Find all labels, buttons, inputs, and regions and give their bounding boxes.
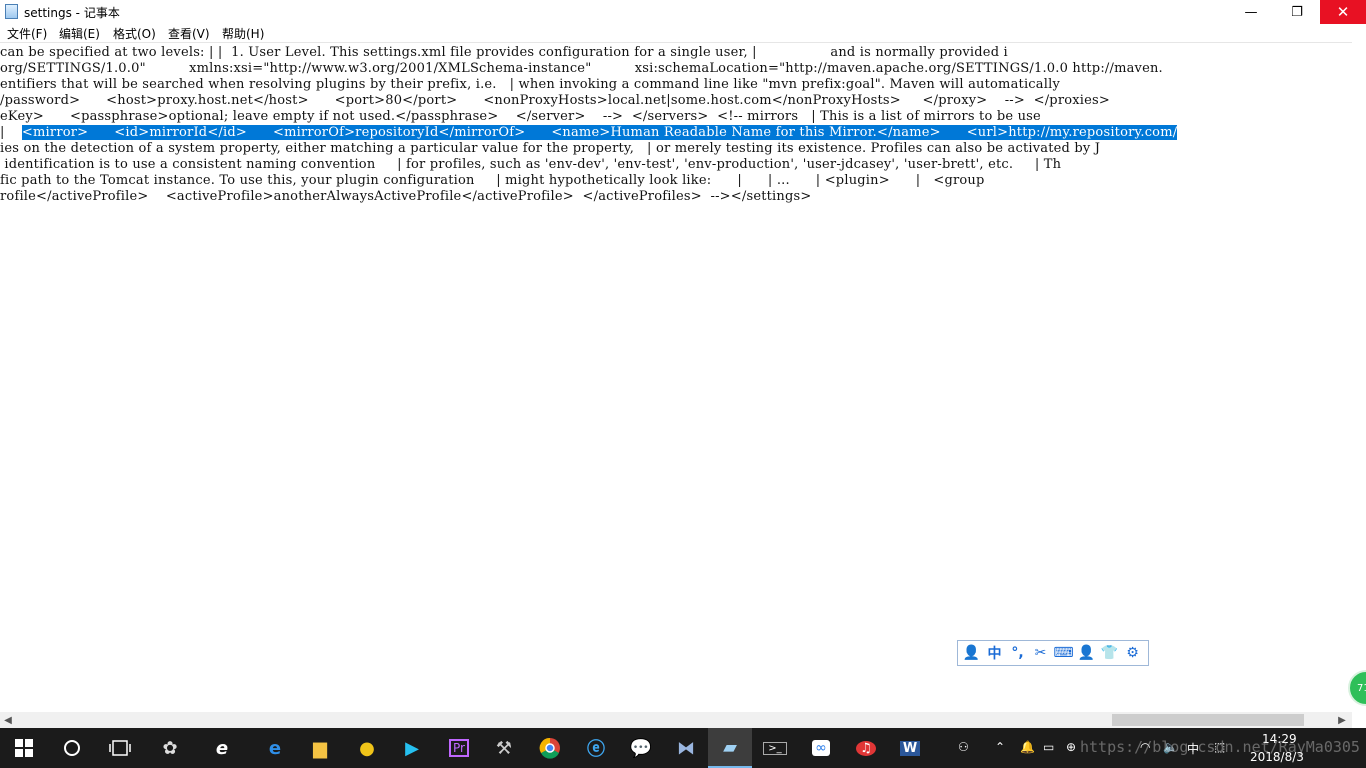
ime-keyboard-icon[interactable]: ⌨: [1053, 643, 1073, 663]
visual-studio-icon[interactable]: ⧓: [664, 728, 708, 768]
menu-file[interactable]: 文件(F): [7, 25, 47, 42]
edge-icon[interactable]: e: [253, 728, 297, 768]
scroll-right-arrow-icon[interactable]: ▶: [1334, 712, 1350, 728]
horizontal-scrollbar[interactable]: ◀ ▶: [0, 712, 1352, 728]
text-line: /password> <host>proxy.host.net</host> <…: [0, 93, 1111, 108]
show-hidden-icons-icon[interactable]: ⌃: [995, 740, 1005, 754]
app-icon[interactable]: ●: [345, 728, 389, 768]
text-line-prefix: |: [0, 125, 22, 140]
video-player-icon[interactable]: ▶: [390, 728, 434, 768]
task-view-icon[interactable]: [98, 728, 142, 768]
ie-icon[interactable]: e: [200, 728, 244, 768]
vertical-scroll-area: [1352, 42, 1366, 712]
ime-settings-icon[interactable]: ⚙: [1123, 643, 1142, 663]
ime-punctuation-icon[interactable]: °,: [1008, 643, 1027, 663]
minimize-button[interactable]: —: [1228, 0, 1274, 24]
selected-text[interactable]: <mirror> <id>mirrorId</id> <mirrorOf>rep…: [21, 125, 1178, 140]
tray-app-icon[interactable]: ⊕: [1066, 740, 1076, 754]
explorer-icon[interactable]: ▆: [298, 728, 342, 768]
text-line: entifiers that will be searched when res…: [0, 77, 1060, 92]
word-icon[interactable]: W: [888, 728, 932, 768]
ime-skin-icon[interactable]: 👕: [1100, 643, 1119, 663]
wechat-icon[interactable]: 💬: [619, 728, 663, 768]
restore-button[interactable]: ❐: [1274, 0, 1320, 24]
menu-format[interactable]: 格式(O): [113, 25, 156, 42]
cmd-icon[interactable]: >_: [753, 728, 797, 768]
text-line: ies on the detection of a system propert…: [0, 141, 1101, 156]
notepad-icon: [5, 4, 18, 19]
text-line: fic path to the Tomcat instance. To use …: [0, 173, 985, 188]
scrollbar-thumb[interactable]: [1112, 714, 1304, 726]
menu-help[interactable]: 帮助(H): [222, 25, 264, 42]
ime-scissors-icon[interactable]: ✂: [1031, 643, 1050, 663]
window-title: settings - 记事本: [24, 6, 120, 20]
ime-person-icon[interactable]: 👤: [1077, 643, 1096, 663]
text-line: can be specified at two levels: | | 1. U…: [0, 45, 1008, 60]
people-icon[interactable]: ⚇: [958, 740, 969, 754]
close-button[interactable]: ✕: [1320, 0, 1366, 24]
ime-chinese-mode[interactable]: 中: [985, 643, 1004, 663]
text-line-selected: | <mirror> <id>mirrorId</id> <mirrorOf>r…: [0, 125, 1178, 141]
menu-view[interactable]: 查看(V): [168, 25, 210, 42]
start-icon[interactable]: [2, 728, 46, 768]
premiere-icon[interactable]: Pr: [437, 728, 481, 768]
baidu-netdisk-icon[interactable]: ∞: [799, 728, 843, 768]
app-icon[interactable]: ✿: [148, 728, 192, 768]
menu-edit[interactable]: 编辑(E): [59, 25, 100, 42]
text-editor[interactable]: can be specified at two levels: | | 1. U…: [0, 42, 1352, 713]
battery-icon[interactable]: ▭: [1043, 740, 1054, 754]
scroll-left-arrow-icon[interactable]: ◀: [0, 712, 16, 728]
notepad-icon[interactable]: ▰: [708, 728, 752, 768]
chrome-icon[interactable]: [528, 728, 572, 768]
text-line: rofile</activeProfile> <activeProfile>an…: [0, 189, 812, 204]
ime-toolbar: 👤 中 °, ✂ ⌨ 👤 👕 ⚙: [957, 640, 1149, 666]
ie-blue-icon[interactable]: ⓔ: [574, 728, 618, 768]
cortana-icon[interactable]: [50, 728, 94, 768]
ime-user-icon[interactable]: 👤: [962, 643, 981, 663]
text-line: identification is to use a consistent na…: [0, 157, 1062, 172]
menu-bar: 文件(F) 编辑(E) 格式(O) 查看(V) 帮助(H): [0, 24, 1366, 42]
tools-icon[interactable]: ⚒: [482, 728, 526, 768]
notification-icon[interactable]: 🔔: [1020, 740, 1035, 754]
text-line: eKey> <passphrase>optional; leave empty …: [0, 109, 1041, 124]
title-bar: settings - 记事本 — ❐ ✕: [0, 0, 1366, 24]
netease-music-icon[interactable]: ♫: [844, 728, 888, 768]
watermark: https://blog.csdn.net/RayMa0305: [1080, 738, 1360, 756]
text-line: org/SETTINGS/1.0.0" xmlns:xsi="http://ww…: [0, 61, 1163, 76]
